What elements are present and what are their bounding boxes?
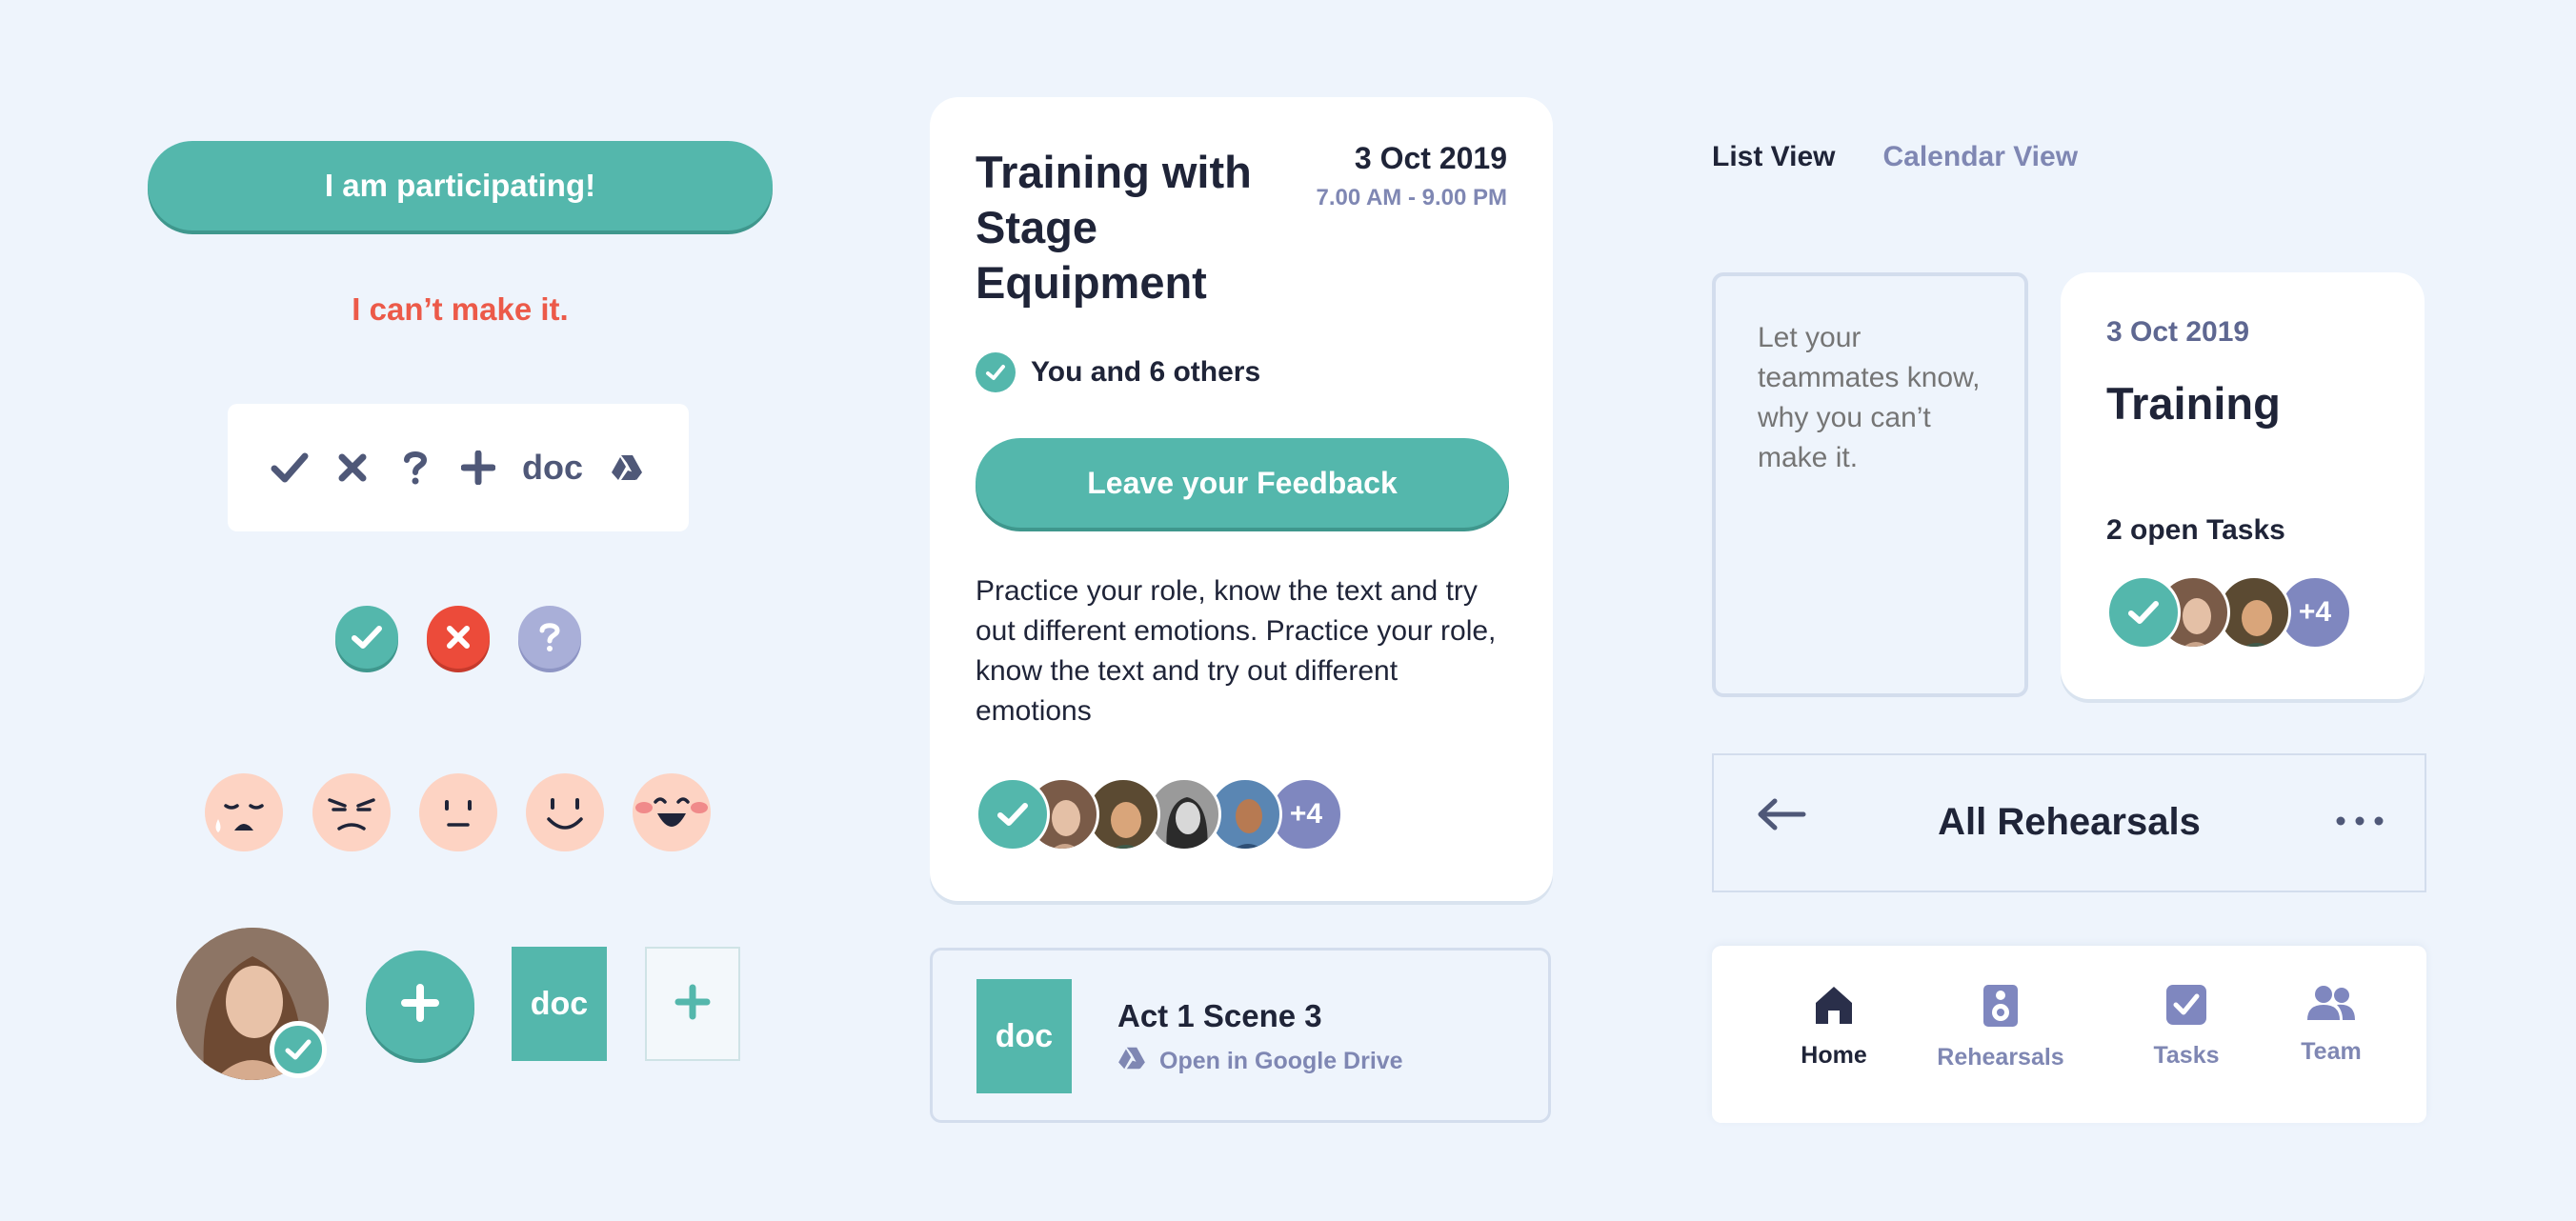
check-icon: [976, 352, 1016, 392]
icon-set-panel: doc: [228, 404, 689, 531]
more-options-icon[interactable]: [2335, 814, 2385, 831]
home-icon: [1812, 984, 1856, 1031]
add-button[interactable]: [366, 951, 474, 1059]
bottom-navigation: Home Rehearsals Tasks Team: [1712, 946, 2426, 1123]
nav-item-tasks[interactable]: Tasks: [2141, 984, 2232, 1070]
open-tasks-label: 2 open Tasks: [2106, 514, 2285, 546]
participants-label: You and 6 others: [1031, 356, 1261, 388]
angry-emoji-icon[interactable]: [312, 773, 391, 851]
participant-avatars[interactable]: +4: [976, 777, 1376, 853]
nav-item-rehearsals[interactable]: Rehearsals: [1929, 984, 2072, 1071]
neutral-emoji-icon[interactable]: [419, 773, 497, 851]
file-card[interactable]: doc Act 1 Scene 3 Open in Google Drive: [930, 948, 1551, 1123]
event-time: 7.00 AM - 9.00 PM: [1316, 185, 1507, 210]
event-date: 3 Oct 2019: [2106, 316, 2250, 348]
nav-label-home: Home: [1801, 1042, 1867, 1069]
event-description: Practice your role, know the text and tr…: [976, 575, 1497, 727]
decline-link[interactable]: I can’t make it.: [148, 291, 773, 328]
tab-calendar-view[interactable]: Calendar View: [1883, 141, 2079, 173]
event-summary-card[interactable]: 3 Oct 2019 Training 2 open Tasks +4: [2061, 272, 2425, 699]
file-name: Act 1 Scene 3: [1117, 998, 1322, 1033]
participant-avatars[interactable]: +4: [2106, 575, 2392, 651]
check-icon: [271, 449, 309, 487]
open-in-drive-link[interactable]: Open in Google Drive: [1117, 1046, 1403, 1077]
rehearsals-header: All Rehearsals: [1712, 753, 2426, 892]
nav-label-team: Team: [2301, 1038, 2362, 1065]
smile-emoji-icon[interactable]: [526, 773, 604, 851]
checkbox-icon: [2165, 984, 2207, 1031]
tab-list-view[interactable]: List View: [1712, 141, 1836, 173]
doc-tile[interactable]: doc: [512, 947, 607, 1061]
participants-row: You and 6 others: [976, 352, 1260, 392]
event-title: Training with Stage Equipment: [976, 147, 1252, 308]
event-date: 3 Oct 2019: [1354, 141, 1507, 175]
question-icon: [396, 449, 434, 487]
check-icon: [976, 777, 1050, 851]
nav-item-team[interactable]: Team: [2285, 984, 2377, 1066]
nav-item-home[interactable]: Home: [1788, 984, 1880, 1070]
plus-icon: [674, 984, 711, 1025]
nav-label-rehearsals: Rehearsals: [1937, 1044, 2064, 1071]
page-title: All Rehearsals: [1938, 801, 2201, 843]
event-card[interactable]: Training with Stage Equipment 3 Oct 2019…: [930, 97, 1553, 901]
avatar-check-icon: [270, 1021, 327, 1078]
plus-icon: [401, 983, 439, 1027]
open-in-drive-label: Open in Google Drive: [1159, 1048, 1403, 1074]
reason-input[interactable]: [1712, 272, 2028, 697]
sad-emoji-icon[interactable]: [205, 773, 283, 851]
doc-icon: doc: [976, 979, 1072, 1093]
add-attachment-button[interactable]: [645, 947, 740, 1061]
laugh-emoji-icon[interactable]: [633, 773, 711, 851]
status-cross-icon[interactable]: [427, 606, 490, 669]
participate-button[interactable]: I am participating!: [148, 141, 773, 230]
doc-icon: doc: [521, 448, 583, 487]
check-icon: [2106, 575, 2181, 650]
status-check-icon[interactable]: [335, 606, 398, 669]
close-icon: [333, 449, 372, 487]
status-question-icon[interactable]: [518, 606, 581, 669]
speaker-icon: [1982, 984, 2019, 1032]
google-drive-icon: [1117, 1046, 1146, 1077]
view-tabs: List View Calendar View: [1712, 141, 2078, 173]
event-title: Training: [2106, 378, 2281, 429]
team-icon: [2306, 984, 2356, 1027]
leave-feedback-button[interactable]: Leave your Feedback: [976, 438, 1509, 528]
google-drive-icon: [608, 449, 646, 487]
plus-icon: [459, 449, 497, 487]
nav-label-tasks: Tasks: [2153, 1042, 2220, 1069]
